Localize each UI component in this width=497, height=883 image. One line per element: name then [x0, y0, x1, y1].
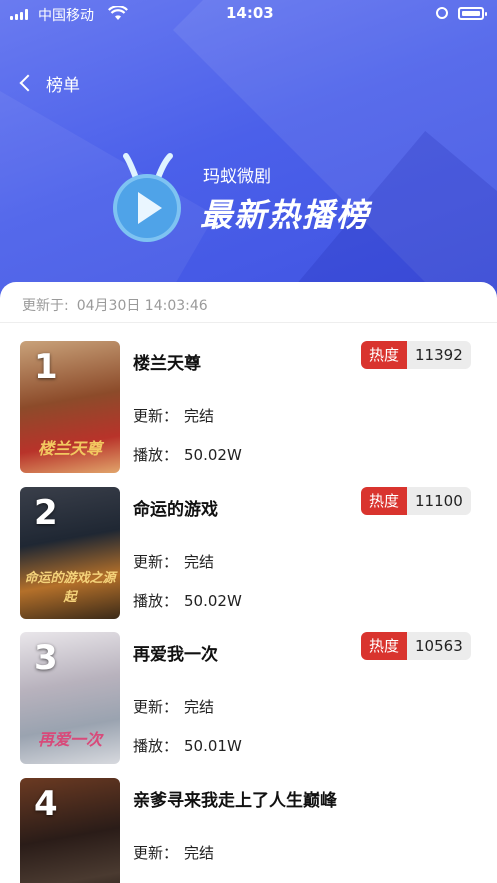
banner-title: 最新热播榜: [200, 196, 371, 234]
rank-number: 1: [34, 347, 58, 387]
cover-image[interactable]: 4: [20, 778, 120, 883]
update-timestamp: 04月30日 14:03:46: [76, 298, 208, 314]
heat-value: 11392: [407, 341, 471, 369]
app-logo-icon: [113, 153, 181, 242]
back-button[interactable]: 榜单: [14, 68, 80, 98]
update-key: 更新：: [133, 553, 179, 571]
update-label: 更新于:: [22, 298, 69, 314]
play-count: 播放： 50.02W: [133, 590, 242, 611]
carrier-name: 中国移动: [38, 8, 94, 24]
status-bar: 中国移动 14:03: [0, 0, 497, 30]
update-status: 更新： 完结: [133, 405, 214, 426]
chevron-left-icon: [19, 74, 37, 92]
heat-label: 热度: [361, 487, 408, 515]
update-status: 更新： 完结: [133, 696, 214, 717]
clock: 14:03: [226, 4, 274, 22]
play-count: 播放： 50.01W: [133, 735, 242, 756]
update-value: 完结: [184, 553, 215, 571]
update-status: 更新： 完结: [133, 551, 214, 572]
ranking-list: 更新于: 04月30日 14:03:46 1 楼兰天尊 楼兰天尊 热度 11392…: [0, 282, 497, 883]
update-key: 更新：: [133, 407, 179, 425]
plays-key: 播放：: [133, 592, 179, 610]
hero-banner: [0, 0, 497, 320]
heat-label: 热度: [361, 632, 408, 660]
drama-title: 亲爹寻来我走上了人生巅峰: [133, 791, 337, 811]
heat-value: 11100: [407, 487, 471, 515]
plays-key: 播放：: [133, 737, 179, 755]
wifi-icon: [108, 6, 128, 20]
update-key: 更新：: [133, 698, 179, 716]
cover-title: 再爱一次: [37, 730, 102, 749]
heat-badge: 热度 11100: [361, 487, 471, 515]
update-key: 更新：: [133, 844, 179, 862]
update-value: 完结: [184, 698, 215, 716]
plays-value: 50.02W: [184, 446, 242, 464]
update-value: 完结: [184, 844, 215, 862]
cover-image[interactable]: 3 再爱一次: [20, 632, 120, 764]
rotation-lock-icon: [436, 7, 448, 19]
page-title: 榜单: [46, 75, 80, 96]
heat-value: 10563: [407, 632, 471, 660]
update-time: 更新于: 04月30日 14:03:46: [22, 295, 208, 315]
cover-image[interactable]: 1 楼兰天尊: [20, 341, 120, 473]
rank-number: 2: [34, 493, 58, 533]
plays-value: 50.02W: [184, 592, 242, 610]
drama-title: 楼兰天尊: [133, 354, 201, 374]
rank-number: 3: [34, 638, 58, 678]
update-value: 完结: [184, 407, 215, 425]
plays-value: 50.01W: [184, 737, 242, 755]
play-count: 播放： 50.02W: [133, 444, 242, 465]
divider: [0, 322, 497, 323]
brand-name: 玛蚁微剧: [203, 167, 271, 187]
heat-badge: 热度 11392: [361, 341, 471, 369]
heat-badge: 热度 10563: [361, 632, 471, 660]
drama-title: 再爱我一次: [133, 645, 218, 665]
rank-number: 4: [34, 784, 58, 824]
list-item[interactable]: 4 亲爹寻来我走上了人生巅峰 更新： 完结: [0, 778, 497, 883]
battery-icon: [458, 7, 487, 20]
plays-key: 播放：: [133, 446, 179, 464]
update-status: 更新： 完结: [133, 842, 214, 863]
cover-title: 楼兰天尊: [37, 439, 102, 458]
list-item[interactable]: 1 楼兰天尊 楼兰天尊 热度 11392 更新： 完结 播放： 50.02W: [0, 341, 497, 481]
cover-title: 命运的游戏之源起: [24, 571, 116, 605]
heat-label: 热度: [361, 341, 408, 369]
list-item[interactable]: 3 再爱一次 再爱我一次 热度 10563 更新： 完结 播放： 50.01W: [0, 632, 497, 772]
cover-image[interactable]: 2 命运的游戏之源起: [20, 487, 120, 619]
signal-icon: [10, 9, 28, 20]
drama-title: 命运的游戏: [133, 500, 218, 520]
list-item[interactable]: 2 命运的游戏之源起 命运的游戏 热度 11100 更新： 完结 播放： 50.02…: [0, 487, 497, 627]
